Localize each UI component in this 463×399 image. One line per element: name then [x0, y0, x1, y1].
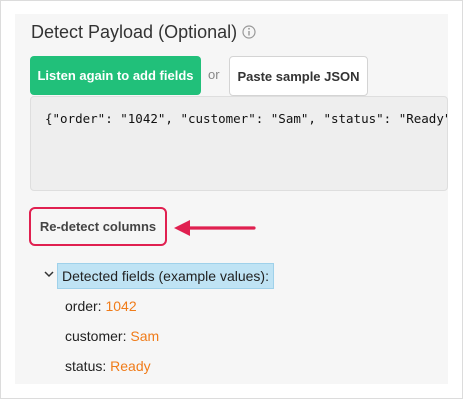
listen-again-button[interactable]: Listen again to add fields: [30, 56, 201, 95]
field-value: Ready: [110, 358, 151, 374]
detect-payload-panel: Detect Payload (Optional) Listen again t…: [15, 14, 448, 384]
field-row-status: status: Ready: [65, 358, 151, 374]
field-key: customer:: [65, 328, 127, 344]
paste-sample-json-button[interactable]: Paste sample JSON: [229, 56, 368, 96]
field-key: status:: [65, 358, 107, 374]
json-sample-text: {"order": "1042", "customer": "Sam", "st…: [45, 111, 448, 126]
field-value: 1042: [105, 298, 137, 314]
field-key: order:: [65, 298, 102, 314]
json-sample-textarea[interactable]: {"order": "1042", "customer": "Sam", "st…: [30, 96, 448, 191]
or-label: or: [208, 67, 220, 82]
detected-fields-header[interactable]: Detected fields (example values):: [57, 263, 274, 289]
redetect-columns-button[interactable]: Re-detect columns: [29, 207, 167, 246]
field-value: Sam: [130, 328, 160, 344]
info-icon[interactable]: [242, 25, 256, 39]
field-row-order: order: 1042: [65, 298, 137, 314]
annotation-arrow-icon: [174, 220, 256, 236]
field-row-customer: customer: Sam: [65, 328, 159, 344]
panel-title: Detect Payload (Optional): [31, 22, 238, 42]
chevron-down-icon[interactable]: [43, 268, 55, 280]
